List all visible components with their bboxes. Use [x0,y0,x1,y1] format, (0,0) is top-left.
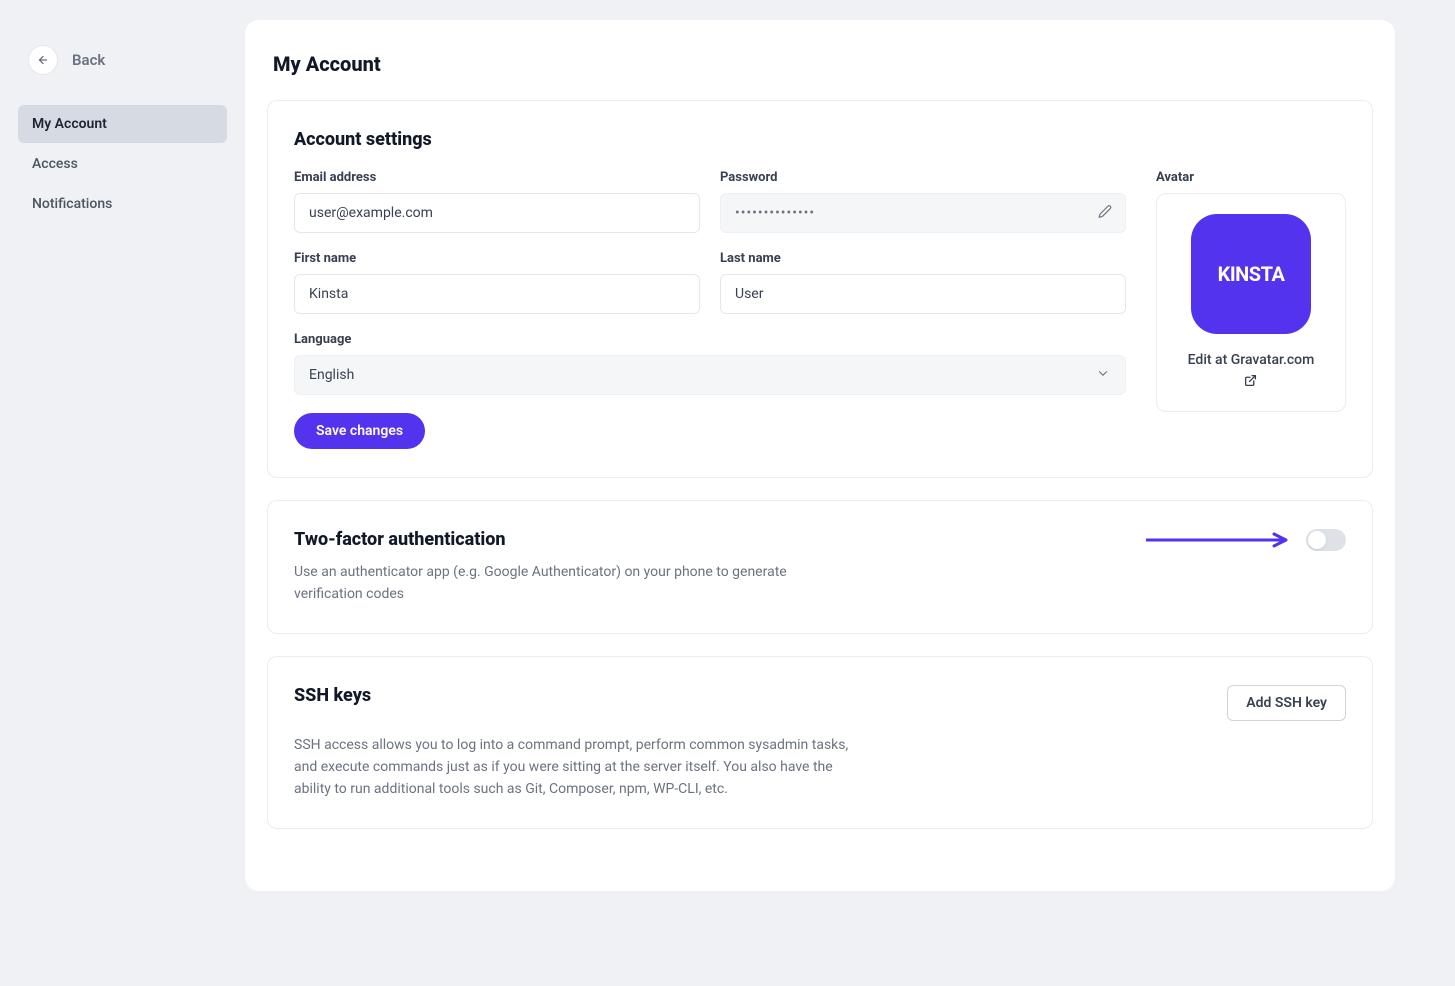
sidebar-item-label: Access [32,156,78,172]
edit-icon[interactable] [1098,204,1112,223]
gravatar-link[interactable]: Edit at Gravatar.com [1188,352,1315,391]
sidebar: Back My Account Access Notifications [0,20,245,225]
toggle-knob [1308,531,1326,549]
language-select[interactable] [294,355,1126,395]
field-language: Language [294,332,1126,395]
twofa-card: Two-factor authentication Use an authent… [267,500,1373,634]
password-input [720,193,1126,233]
external-link-icon [1244,374,1257,391]
gravatar-link-text: Edit at Gravatar.com [1188,352,1315,368]
back-button[interactable]: Back [28,45,227,75]
sidebar-item-label: Notifications [32,196,112,212]
avatar-label: Avatar [1156,170,1346,185]
first-name-input[interactable] [294,274,700,314]
twofa-title: Two-factor authentication [294,529,834,550]
last-name-label: Last name [720,251,1126,266]
ssh-title: SSH keys [294,685,371,706]
back-label: Back [72,51,105,69]
field-email: Email address [294,170,700,233]
save-button[interactable]: Save changes [294,413,425,449]
page-title: My Account [245,52,1395,100]
field-last-name: Last name [720,251,1126,314]
email-label: Email address [294,170,700,185]
avatar-text: KINSTA [1218,262,1285,286]
field-password: Password [720,170,1126,233]
account-settings-card: Account settings Email address Password [267,100,1373,478]
twofa-description: Use an authenticator app (e.g. Google Au… [294,562,834,605]
sidebar-item-label: My Account [32,116,107,132]
email-input[interactable] [294,193,700,233]
sidebar-item-my-account[interactable]: My Account [18,105,227,143]
ssh-card: SSH keys Add SSH key SSH access allows y… [267,656,1373,829]
sidebar-item-access[interactable]: Access [18,145,227,183]
language-label: Language [294,332,1126,347]
first-name-label: First name [294,251,700,266]
twofa-toggle[interactable] [1306,529,1346,551]
main-panel: My Account Account settings Email addres… [245,20,1395,891]
add-ssh-key-button[interactable]: Add SSH key [1227,685,1346,721]
arrow-left-icon [28,45,58,75]
arrow-right-indicator-icon [1144,532,1294,548]
card-title: Account settings [294,129,1346,150]
last-name-input[interactable] [720,274,1126,314]
field-first-name: First name [294,251,700,314]
avatar-box: KINSTA Edit at Gravatar.com [1156,193,1346,412]
avatar: KINSTA [1191,214,1311,334]
password-label: Password [720,170,1126,185]
sidebar-item-notifications[interactable]: Notifications [18,185,227,223]
ssh-description: SSH access allows you to log into a comm… [294,735,854,800]
